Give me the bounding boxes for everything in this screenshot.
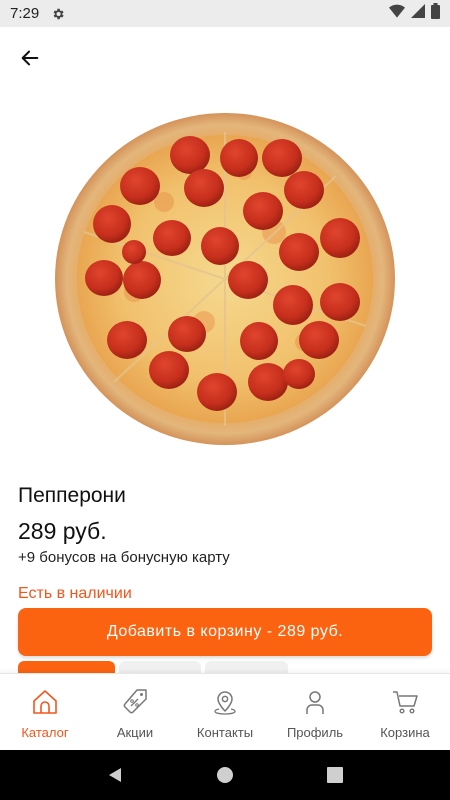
nav-label: Каталог	[21, 725, 69, 740]
product-price: 289 руб.	[18, 518, 107, 544]
nav-item-profile[interactable]: Профиль	[270, 674, 360, 750]
nav-item-promotions[interactable]: Акции	[90, 674, 180, 750]
pepperoni-pizza-image	[55, 113, 395, 445]
back-button[interactable]	[12, 40, 48, 76]
discount-tag-icon	[119, 686, 151, 718]
settings-icon	[51, 7, 65, 21]
option-chip-selected[interactable]	[18, 661, 115, 673]
circle-home-icon	[217, 767, 233, 783]
nav-label: Корзина	[380, 725, 430, 740]
map-pin-icon	[209, 686, 241, 718]
wifi-icon	[389, 4, 405, 23]
nav-label: Контакты	[196, 725, 254, 740]
product-title: Пепперони	[18, 484, 126, 507]
home-icon	[29, 686, 61, 718]
option-chip[interactable]	[205, 661, 288, 673]
system-navigation-bar	[0, 750, 450, 800]
bonus-text: +9 бонусов на бонусную карту	[18, 549, 230, 566]
nav-label: Акции	[116, 725, 154, 740]
system-back-button[interactable]	[95, 755, 135, 795]
square-recents-icon	[327, 767, 343, 783]
option-chip[interactable]	[119, 661, 201, 673]
signal-icon	[411, 4, 425, 23]
nav-item-cart[interactable]: Корзина	[360, 674, 450, 750]
status-icons	[389, 3, 440, 24]
status-time: 7:29	[10, 5, 40, 22]
battery-icon	[431, 3, 440, 24]
stock-status: Есть в наличии	[18, 585, 132, 602]
option-chips	[18, 661, 438, 673]
status-bar: 7:29	[0, 0, 450, 27]
system-home-button[interactable]	[205, 755, 245, 795]
nav-item-catalog[interactable]: Каталог	[0, 674, 90, 750]
cart-icon	[389, 686, 421, 718]
nav-label: Профиль	[286, 725, 344, 740]
product-image	[54, 112, 396, 446]
add-to-cart-button[interactable]: Добавить в корзину - 289 руб.	[18, 608, 432, 656]
nav-item-contacts[interactable]: Контакты	[180, 674, 270, 750]
bottom-navigation: Каталог Акции Контакты Профиль Корзина	[0, 673, 450, 750]
triangle-back-icon	[109, 768, 121, 782]
arrow-left-icon	[21, 50, 39, 66]
system-recents-button[interactable]	[315, 755, 355, 795]
person-icon	[299, 686, 331, 718]
